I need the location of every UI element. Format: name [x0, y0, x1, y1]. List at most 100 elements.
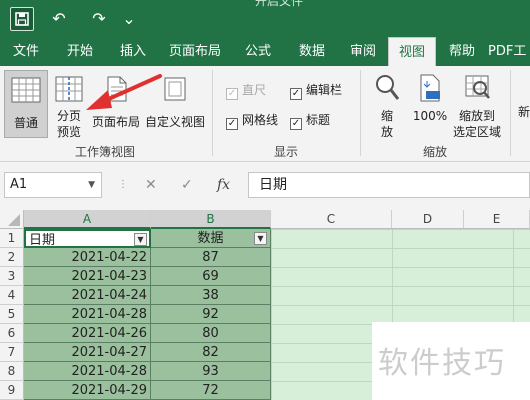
- zoom-100-icon: [420, 74, 440, 102]
- normal-view-icon: [11, 77, 41, 103]
- table-cell-value[interactable]: 92: [151, 305, 271, 324]
- cell-a1-header[interactable]: 日期 ▼: [24, 229, 151, 248]
- undo-icon[interactable]: ↶: [44, 7, 74, 31]
- tab-data[interactable]: 数据: [288, 37, 336, 66]
- formula-bar-check-icon: ✓: [290, 88, 302, 100]
- cancel-icon[interactable]: ✕: [145, 172, 157, 198]
- group-label-show: 显示: [273, 145, 298, 159]
- row-header-6[interactable]: 6: [0, 324, 24, 343]
- table-cell-date[interactable]: 2021-04-28: [24, 362, 151, 381]
- headings-checkbox[interactable]: ✓ 标题: [290, 112, 330, 130]
- group-separator: [510, 70, 511, 156]
- zoom-label-line2: 放: [380, 125, 393, 139]
- vertical-dots-icon: ⋮: [118, 179, 128, 190]
- column-header-b[interactable]: B: [151, 210, 271, 229]
- dropdown-arrow-icon[interactable]: ▼: [88, 173, 95, 197]
- header-value-label: 数据: [197, 231, 224, 246]
- table-cell-value[interactable]: 93: [151, 362, 271, 381]
- new-window-button[interactable]: 新: [518, 104, 530, 120]
- zoom-to-selection-icon: [465, 75, 490, 99]
- page-layout-label: 页面布局: [91, 115, 140, 129]
- zoom-100-button[interactable]: 100%: [410, 70, 450, 140]
- tab-pdf-tools[interactable]: PDF工: [488, 37, 530, 66]
- zoom-to-selection-line2: 选定区域: [452, 125, 501, 139]
- row-header-5[interactable]: 5: [0, 305, 24, 324]
- table-cell-value[interactable]: 38: [151, 286, 271, 305]
- gridlines-label: 网格线: [242, 113, 279, 127]
- customize-quick-access-icon[interactable]: ⌄: [122, 7, 136, 31]
- normal-view-button[interactable]: 普通: [4, 70, 48, 138]
- tab-page-layout[interactable]: 页面布局: [162, 37, 228, 66]
- table-cell-date[interactable]: 2021-04-26: [24, 324, 151, 343]
- row-header-4[interactable]: 4: [0, 286, 24, 305]
- save-icon[interactable]: [10, 7, 34, 31]
- custom-views-label: 自定义视图: [144, 115, 205, 129]
- tab-file[interactable]: 文件: [0, 37, 52, 66]
- table-cell-value[interactable]: 72: [151, 381, 271, 400]
- headings-label: 标题: [306, 113, 331, 127]
- insert-function-icon[interactable]: fx: [217, 172, 230, 198]
- table-cell-date[interactable]: 2021-04-24: [24, 286, 151, 305]
- table-cell-value[interactable]: 82: [151, 343, 271, 362]
- row-header-1[interactable]: 1: [0, 229, 24, 248]
- tab-home[interactable]: 开始: [54, 37, 106, 66]
- name-box[interactable]: A1 ▼: [4, 172, 102, 198]
- formula-input[interactable]: 日期: [248, 172, 530, 198]
- group-label-workbook-views: 工作簿视图: [74, 145, 135, 159]
- gridlines-check-icon: ✓: [226, 118, 238, 130]
- tab-insert[interactable]: 插入: [108, 37, 158, 66]
- cell-b1-header[interactable]: 数据 ▼: [151, 229, 271, 248]
- filter-dropdown-icon[interactable]: ▼: [134, 233, 147, 246]
- filter-dropdown-icon[interactable]: ▼: [254, 232, 267, 245]
- table-cell-date[interactable]: 2021-04-29: [24, 381, 151, 400]
- ruler-checkbox: ✓ 直尺: [226, 82, 266, 100]
- zoom-label-line1: 缩: [380, 109, 393, 123]
- ribbon: 普通 分页 预览 页面布局 自定义视图 工作簿视图 ✓ 直尺 ✓ 编辑栏 ✓ 网…: [0, 66, 530, 162]
- ribbon-tabs: 文件 开始 插入 页面布局 公式 数据 审阅 视图 帮助 PDF工: [0, 37, 530, 66]
- column-header-e[interactable]: E: [464, 210, 530, 229]
- table-cell-date[interactable]: 2021-04-23: [24, 267, 151, 286]
- table-cell-value[interactable]: 87: [151, 248, 271, 267]
- table-cell-date[interactable]: 2021-04-28: [24, 305, 151, 324]
- table-cell-value[interactable]: 80: [151, 324, 271, 343]
- formula-bar-label: 编辑栏: [306, 83, 343, 97]
- table-cell-date[interactable]: 2021-04-27: [24, 343, 151, 362]
- tab-review[interactable]: 审阅: [340, 37, 386, 66]
- ruler-check-icon: ✓: [226, 88, 238, 100]
- row-header-3[interactable]: 3: [0, 267, 24, 286]
- zoom-to-selection-button[interactable]: 缩放到 选定区域: [450, 70, 504, 140]
- formula-bar-checkbox[interactable]: ✓ 编辑栏: [290, 82, 342, 100]
- table-cell-date[interactable]: 2021-04-22: [24, 248, 151, 267]
- row-header-2[interactable]: 2: [0, 248, 24, 267]
- column-header-a[interactable]: A: [24, 210, 151, 229]
- formula-controls: ✕ ✓ fx: [137, 172, 242, 198]
- zoom-button[interactable]: 缩 放: [366, 70, 408, 140]
- table-cell-value[interactable]: 69: [151, 267, 271, 286]
- group-label-zoom: 缩放: [422, 145, 447, 159]
- zoom-to-selection-line1: 缩放到: [458, 109, 495, 123]
- red-arrow-annotation: [86, 74, 162, 110]
- window-title: 开启文件: [255, 0, 304, 8]
- column-header-c[interactable]: C: [271, 210, 392, 229]
- group-separator: [212, 70, 213, 156]
- headings-check-icon: ✓: [290, 118, 302, 130]
- group-separator: [360, 70, 361, 156]
- name-box-value: A1: [10, 177, 28, 192]
- select-all-corner[interactable]: [0, 210, 24, 229]
- tab-formulas[interactable]: 公式: [234, 37, 282, 66]
- header-date-label: 日期: [29, 233, 56, 248]
- tab-help[interactable]: 帮助: [440, 37, 484, 66]
- enter-icon[interactable]: ✓: [181, 172, 193, 198]
- gridlines-checkbox[interactable]: ✓ 网格线: [226, 112, 278, 130]
- page-break-label-line2: 预览: [56, 125, 81, 139]
- column-header-d[interactable]: D: [392, 210, 464, 229]
- row-header-9[interactable]: 9: [0, 381, 24, 400]
- normal-view-label: 普通: [13, 116, 38, 130]
- row-header-8[interactable]: 8: [0, 362, 24, 381]
- row-header-7[interactable]: 7: [0, 343, 24, 362]
- redo-icon[interactable]: ↷: [84, 7, 114, 31]
- title-bar: ↶ ↷ ⌄ 开启文件: [0, 0, 530, 37]
- ruler-label: 直尺: [242, 83, 267, 97]
- tab-view[interactable]: 视图: [388, 37, 436, 66]
- formula-bar: A1 ▼ ⋮ ✕ ✓ fx 日期: [0, 162, 530, 210]
